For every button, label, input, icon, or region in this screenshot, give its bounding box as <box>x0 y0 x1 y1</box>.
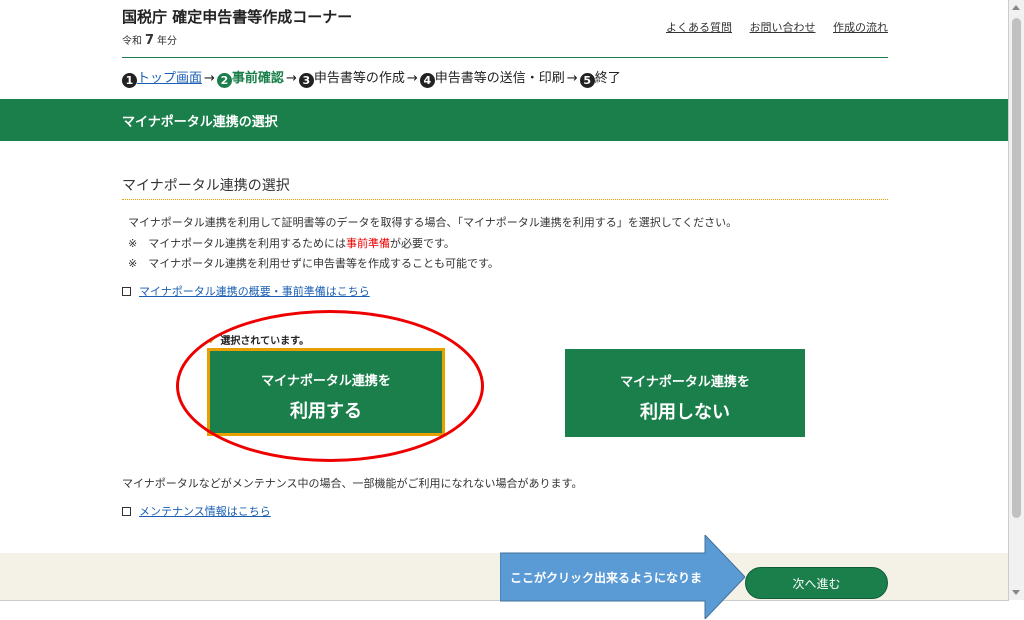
not-use-mynaportal-button[interactable]: マイナポータル連携を 利用しない <box>565 349 805 437</box>
callout-text: ここがクリック出来るようになりま <box>510 571 703 585</box>
window-icon <box>122 507 131 516</box>
arrow-icon: → <box>566 71 578 86</box>
site-title: 国税庁 確定申告書等作成コーナー <box>122 8 353 26</box>
scroll-down-icon[interactable] <box>1012 590 1020 595</box>
next-button[interactable]: 次へ進む <box>745 567 888 599</box>
use-mynaportal-button[interactable]: マイナポータル連携を 利用する <box>207 348 445 436</box>
step-5-icon: 5 <box>579 73 595 88</box>
step-1-icon: 1 <box>122 73 137 88</box>
page-title: マイナポータル連携の選択 <box>122 115 278 130</box>
step-current: 事前確認 <box>231 71 284 86</box>
header-divider <box>122 57 888 58</box>
page-banner: マイナポータル連携の選択 <box>0 99 1008 141</box>
arrow-icon: → <box>285 71 297 86</box>
step-end: 終了 <box>594 71 621 86</box>
overview-link[interactable]: マイナポータル連携の概要・事前準備はこちら <box>122 283 370 299</box>
scrollbar[interactable] <box>1009 0 1024 600</box>
step-3-icon: 3 <box>298 73 314 88</box>
description-text: マイナポータル連携を利用して証明書等のデータを取得する場合、「マイナポータル連携… <box>128 216 738 229</box>
scrollbar-thumb[interactable] <box>1012 18 1021 518</box>
check-icon: ✔ <box>208 336 217 347</box>
faq-link[interactable]: よくある質問 <box>666 21 732 34</box>
preparation-emphasis: 事前準備 <box>346 237 390 250</box>
step-send-print: 申告書等の送信・印刷 <box>434 71 565 86</box>
note-without-link: ※ マイナポータル連携を利用せずに申告書等を作成することも可能です。 <box>128 257 499 270</box>
section-title: マイナポータル連携の選択 <box>122 178 290 194</box>
selected-indicator: ✔ 選択されています。 <box>208 336 310 347</box>
section-divider <box>122 199 888 200</box>
note-preparation: ※ マイナポータル連携を利用するためには事前準備が必要です。 <box>128 237 455 250</box>
page: 国税庁 確定申告書等作成コーナー 令和 7 年分 よくある質問 お問い合わせ 作成の… <box>0 0 1009 601</box>
step-top-link[interactable]: トップ画面 <box>137 71 202 86</box>
maintenance-notice: マイナポータルなどがメンテナンス中の場合、一部機能がご利用になれない場合がありま… <box>122 477 583 490</box>
tax-year: 令和 7 年分 <box>122 33 178 48</box>
step-2-icon: 2 <box>216 73 232 88</box>
arrow-icon: → <box>406 71 418 86</box>
scroll-up-icon[interactable] <box>1012 5 1020 10</box>
maintenance-link[interactable]: メンテナンス情報はこちら <box>122 503 271 519</box>
contact-link[interactable]: お問い合わせ <box>750 21 816 34</box>
step-create: 申告書等の作成 <box>313 71 405 86</box>
arrow-icon: → <box>204 71 215 86</box>
window-icon <box>122 287 131 296</box>
step-4-icon: 4 <box>419 73 435 88</box>
header-links: よくある質問 お問い合わせ 作成の流れ <box>652 19 888 35</box>
flow-link[interactable]: 作成の流れ <box>833 21 888 34</box>
step-progress: 1 トップ画面 → 2 事前確認 → 3 申告書等の作成 → 4 申告書等の送信・印刷 → 5 終了 <box>122 67 621 88</box>
